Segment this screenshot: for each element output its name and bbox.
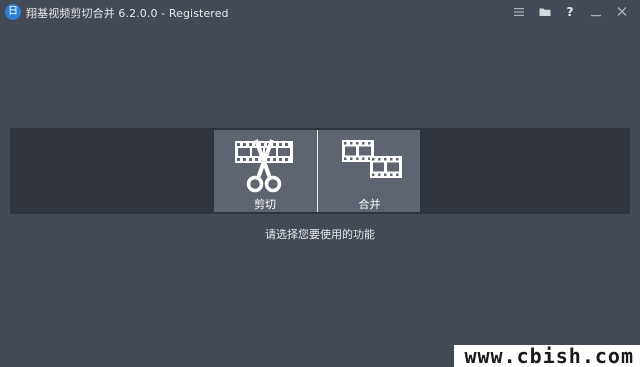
folder-icon <box>539 8 551 16</box>
close-icon <box>617 7 627 16</box>
menu-icon <box>514 8 524 16</box>
watermark: www.cbish.com <box>454 345 640 367</box>
merge-feature-button[interactable]: 合并 <box>319 130 420 212</box>
function-prompt: 请选择您要使用的功能 <box>265 228 375 241</box>
title-bar: 日 翔基视频剪切合并 6.2.0.0 - Registered ? <box>0 0 640 26</box>
cut-label: 剪切 <box>254 198 276 211</box>
merge-label: 合并 <box>358 198 381 211</box>
app-logo-glyph: 日 <box>8 6 18 17</box>
minimize-icon <box>591 15 601 17</box>
help-button[interactable]: ? <box>559 3 581 21</box>
app-logo-icon: 日 <box>5 4 21 20</box>
close-button[interactable] <box>611 3 633 21</box>
menu-button[interactable] <box>508 3 530 21</box>
scissors-film-icon <box>235 139 293 193</box>
window-title: 翔基视频剪切合并 6.2.0.0 - Registered <box>26 7 229 20</box>
cut-feature-button[interactable]: 剪切 <box>214 130 316 212</box>
help-icon: ? <box>566 5 574 19</box>
merge-film-icon <box>342 140 402 178</box>
minimize-button[interactable] <box>585 3 607 21</box>
open-folder-button[interactable] <box>534 3 556 21</box>
